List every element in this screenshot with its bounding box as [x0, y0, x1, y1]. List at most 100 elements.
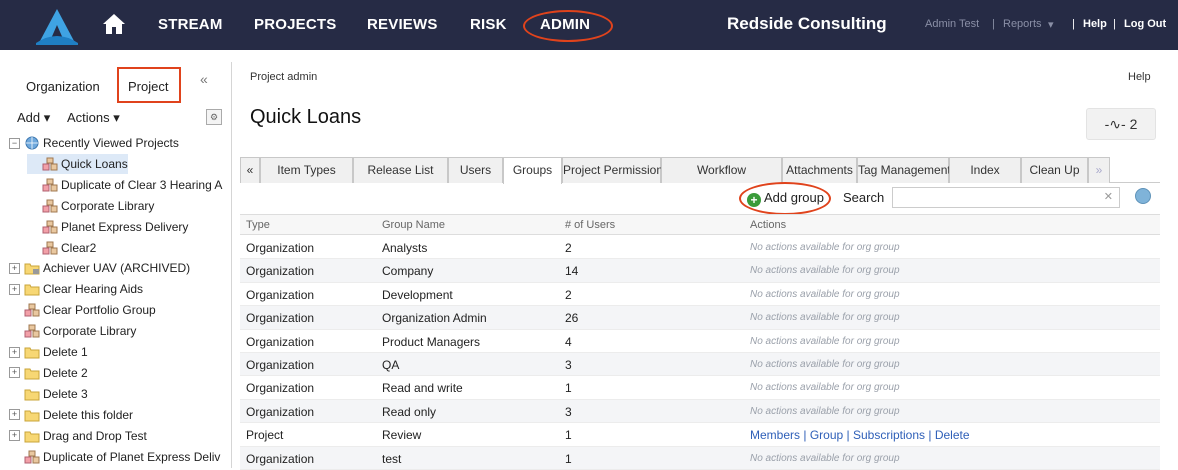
tab-project[interactable]: Project: [128, 79, 168, 94]
group-name: Review: [382, 428, 422, 443]
chevron-down-icon: ▾: [1048, 19, 1054, 31]
tree-item[interactable]: − Recently Viewed Projects: [9, 133, 179, 153]
tab-organization[interactable]: Organization: [26, 79, 100, 94]
tree-item[interactable]: + Delete 1: [9, 342, 88, 362]
tab-groups[interactable]: Groups: [503, 157, 562, 184]
settings-icon[interactable]: ⚙: [206, 109, 222, 125]
project-icon: [42, 220, 58, 234]
tabs-scroll-left-icon[interactable]: «: [240, 157, 260, 183]
project-icon: [42, 199, 58, 213]
tree-item[interactable]: Duplicate of Planet Express Deliv: [9, 447, 220, 467]
tree-item[interactable]: + Achiever UAV (ARCHIVED): [9, 258, 190, 278]
tree-item[interactable]: Quick Loans: [27, 153, 128, 174]
activity-pulse-button[interactable]: -∿- 2: [1086, 108, 1156, 140]
table-row: Organization Product Managers 4 No actions …: [240, 330, 1160, 353]
action-link-members[interactable]: Members: [750, 428, 800, 442]
tab-project-permissions[interactable]: Project Permissions: [562, 157, 669, 183]
nav-admin[interactable]: ADMIN: [540, 16, 590, 33]
col-group-name[interactable]: Group Name: [382, 219, 445, 231]
action-link-delete[interactable]: Delete: [935, 428, 970, 442]
tab-item-types[interactable]: Item Types: [260, 157, 353, 183]
nav-projects[interactable]: PROJECTS: [254, 16, 336, 33]
reports-menu[interactable]: Reports: [1003, 18, 1042, 30]
logout-link[interactable]: Log Out: [1124, 18, 1166, 30]
nav-risk[interactable]: RISK: [470, 16, 507, 33]
group-name: Read only: [382, 404, 437, 419]
help-link[interactable]: Help: [1128, 71, 1151, 83]
collapse-sidebar-icon[interactable]: «: [200, 71, 208, 87]
project-icon: [24, 303, 40, 317]
tree-item[interactable]: Planet Express Delivery: [27, 217, 188, 237]
tab-release-list[interactable]: Release List: [353, 157, 448, 183]
tree-item[interactable]: Corporate Library: [27, 196, 154, 216]
tree-item-label: Achiever UAV (ARCHIVED): [43, 261, 191, 276]
tab-tag-management[interactable]: Tag Management: [857, 157, 951, 183]
no-actions-text: No actions available for org group: [750, 312, 900, 324]
tabs-scroll-right-icon[interactable]: »: [1088, 157, 1110, 183]
table-row: Organization Organization Admin 26 No actio…: [240, 306, 1160, 330]
no-actions-text: No actions available for org group: [750, 359, 900, 370]
clear-search-icon[interactable]: ✕: [1104, 190, 1113, 203]
nav-stream[interactable]: STREAM: [158, 16, 223, 33]
group-user-count: 1: [565, 381, 572, 396]
home-icon[interactable]: [102, 13, 126, 35]
tree-item[interactable]: + Drag and Drop Test: [9, 426, 147, 446]
tab-index[interactable]: Index: [949, 157, 1021, 183]
tree-item-label: Planet Express Delivery: [61, 219, 189, 234]
tree-item[interactable]: Clear2: [27, 238, 96, 258]
collapse-icon[interactable]: −: [9, 137, 20, 149]
folder-icon: [24, 389, 40, 401]
actions-menu[interactable]: Actions ▾: [67, 110, 120, 126]
separator: |: [843, 428, 853, 443]
col-num-users[interactable]: # of Users: [565, 219, 615, 231]
tree-item[interactable]: + Delete this folder: [9, 405, 133, 425]
help-link[interactable]: Help: [1083, 18, 1107, 30]
expand-icon[interactable]: +: [9, 409, 20, 421]
globe-icon[interactable]: [1135, 188, 1151, 204]
folder-icon: [24, 368, 40, 380]
app-logo-icon[interactable]: [34, 7, 80, 45]
add-menu[interactable]: Add ▾: [17, 110, 50, 126]
group-type: Organization: [246, 311, 315, 326]
action-link-group[interactable]: Group: [810, 428, 843, 442]
tree-item-label: Delete this folder: [43, 407, 134, 422]
table-row: Organization test 1 No actions available fo…: [240, 446, 1160, 470]
tree-item[interactable]: + Delete 2: [9, 363, 88, 383]
search-input[interactable]: ✕: [892, 187, 1120, 208]
tree-item-label: Delete 1: [43, 345, 88, 359]
tree-item[interactable]: Corporate Library: [9, 321, 136, 341]
tree-item[interactable]: Duplicate of Clear 3 Hearing A: [27, 175, 222, 195]
expand-icon[interactable]: +: [9, 346, 20, 358]
nav-reviews[interactable]: REVIEWS: [367, 16, 438, 33]
expand-icon[interactable]: +: [9, 430, 20, 442]
action-link-subscriptions[interactable]: Subscriptions: [853, 428, 925, 442]
tree-item-label: Clear2: [61, 240, 97, 255]
tab-users[interactable]: Users: [448, 157, 503, 183]
project-icon: [42, 157, 58, 171]
expand-icon[interactable]: +: [9, 283, 20, 295]
top-nav-bar: STREAM PROJECTS REVIEWS RISK ADMIN Redsi…: [0, 0, 1178, 50]
tree-item[interactable]: + Clear Hearing Aids: [9, 279, 143, 299]
tree-item[interactable]: Clear Portfolio Group: [9, 300, 156, 320]
group-type: Organization: [246, 381, 315, 396]
expand-icon[interactable]: +: [9, 262, 20, 274]
expand-icon[interactable]: +: [9, 367, 20, 379]
tree-item[interactable]: Delete 3: [9, 384, 88, 404]
tab-attachments[interactable]: Attachments: [782, 157, 857, 183]
search-label: Search: [843, 190, 885, 205]
no-actions-text: No actions available for org group: [750, 265, 900, 277]
table-row: Organization QA 3 No actions available for …: [240, 353, 1160, 377]
col-type[interactable]: Type: [246, 219, 270, 231]
table-row: Organization Company 14 No actions availabl…: [240, 259, 1160, 283]
add-group-button[interactable]: + Add group: [747, 190, 824, 208]
group-type: Project: [246, 428, 284, 443]
admin-tabs: « Item Types Release List Users Groups Proje…: [240, 157, 1160, 184]
group-user-count: 1: [565, 428, 572, 443]
folder-icon: [24, 347, 40, 359]
user-menu[interactable]: Admin Test: [925, 18, 979, 30]
tree-item-label: Clear Hearing Aids: [43, 282, 144, 297]
tab-workflow[interactable]: Workflow: [661, 157, 782, 183]
tab-clean-up[interactable]: Clean Up: [1021, 157, 1088, 183]
group-name: test: [382, 451, 402, 466]
breadcrumb: Project admin: [250, 71, 318, 83]
